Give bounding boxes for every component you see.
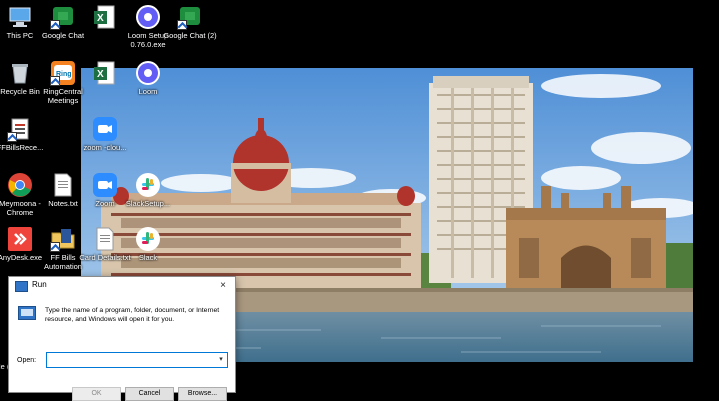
run-dialog: Run × Type the name of a program, folder… bbox=[8, 276, 236, 401]
excel-icon: X bbox=[92, 60, 118, 86]
folder-icon bbox=[50, 226, 76, 252]
desktop-icon-ffbills-receipts[interactable]: FFBillsRece... bbox=[0, 112, 47, 166]
recycle-bin-icon bbox=[7, 60, 33, 86]
loom-icon bbox=[135, 4, 161, 30]
desktop-icon-loom[interactable]: Loom bbox=[121, 56, 175, 110]
run-dialog-body: Type the name of a program, folder, docu… bbox=[9, 295, 235, 401]
google-chat-icon bbox=[50, 4, 76, 30]
open-label: Open: bbox=[17, 357, 37, 364]
run-icon bbox=[18, 306, 36, 320]
run-description: Type the name of a program, folder, docu… bbox=[45, 307, 220, 323]
text-file-icon bbox=[92, 226, 118, 252]
desktop-icon-label: SlackSetup... bbox=[125, 199, 171, 208]
desktop-icon-zoom-cloud[interactable]: zoom -clou... bbox=[78, 112, 132, 166]
chrome-icon bbox=[7, 172, 33, 198]
desktop-icon-slack-setup[interactable]: SlackSetup... bbox=[121, 168, 175, 222]
document-icon bbox=[7, 116, 33, 142]
close-icon[interactable]: × bbox=[213, 278, 233, 293]
ok-button[interactable]: OK bbox=[72, 387, 121, 401]
google-chat-icon bbox=[177, 4, 203, 30]
zoom-icon bbox=[92, 172, 118, 198]
desktop-icon-label: zoom -clou... bbox=[83, 143, 127, 152]
desktop-icon-label: Google Chat (2) bbox=[163, 31, 217, 40]
slack-icon bbox=[135, 226, 161, 252]
svg-text:X: X bbox=[97, 13, 104, 24]
desktop-icon-slack[interactable]: Slack bbox=[121, 222, 175, 276]
run-app-icon bbox=[15, 281, 28, 292]
desktop-icon-label: Slack bbox=[138, 253, 158, 262]
desktop-icon-label: Loom bbox=[138, 87, 158, 96]
this-pc-icon bbox=[7, 4, 33, 30]
desktop-icon-label: FFBillsRece... bbox=[0, 143, 44, 152]
chevron-down-icon[interactable]: ▾ bbox=[215, 353, 227, 367]
run-dialog-title: Run bbox=[32, 280, 47, 289]
open-combobox[interactable]: ▾ bbox=[46, 352, 228, 368]
zoom-icon bbox=[92, 116, 118, 142]
browse-button[interactable]: Browse... bbox=[178, 387, 227, 401]
slack-icon bbox=[135, 172, 161, 198]
svg-text:X: X bbox=[97, 69, 104, 80]
loom-icon bbox=[135, 60, 161, 86]
run-dialog-titlebar[interactable]: Run × bbox=[9, 277, 235, 295]
text-file-icon bbox=[50, 172, 76, 198]
anydesk-icon bbox=[7, 226, 33, 252]
ringcentral-icon: Ring bbox=[50, 60, 76, 86]
excel-icon: X bbox=[92, 4, 118, 30]
open-input[interactable] bbox=[47, 353, 213, 367]
cancel-button[interactable]: Cancel bbox=[125, 387, 174, 401]
desktop-icon-google-chat-2[interactable]: Google Chat (2) bbox=[163, 0, 217, 54]
